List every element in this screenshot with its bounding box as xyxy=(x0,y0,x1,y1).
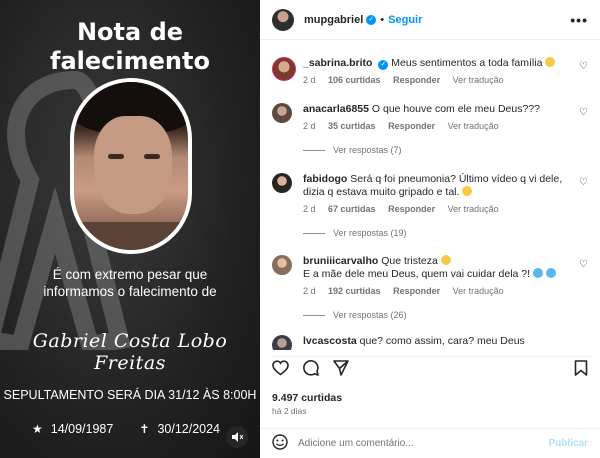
heart-icon[interactable]: ♡ xyxy=(579,259,588,270)
comment-item: anacarla6855 O que houve com ele meu Deu… xyxy=(272,103,592,155)
bookmark-icon[interactable] xyxy=(574,359,588,380)
post-title-line1: Nota de xyxy=(76,18,184,46)
heart-icon[interactable] xyxy=(272,359,289,380)
avatar[interactable] xyxy=(272,57,296,81)
reply-button[interactable]: Responder xyxy=(388,121,435,131)
comment-text: O que houve com ele meu Deus??? xyxy=(371,103,541,115)
cross-icon: ✝ xyxy=(139,422,150,436)
avatar[interactable] xyxy=(272,103,292,123)
comment-likes[interactable]: 67 curtidas xyxy=(328,204,376,214)
star-icon: ★ xyxy=(32,422,43,436)
comment-likes[interactable]: 192 curtidas xyxy=(328,286,381,296)
post-title-line2: falecimento xyxy=(50,47,210,75)
comment-time: 2 d xyxy=(303,204,316,214)
comment-time: 2 d xyxy=(303,121,316,131)
post-message-line1: É com extremo pesar que xyxy=(52,267,208,282)
comment-username[interactable]: _sabrina.brito xyxy=(303,57,372,69)
heart-icon[interactable]: ♡ xyxy=(579,177,588,188)
view-replies-button[interactable]: Ver respostas (26) xyxy=(303,310,592,320)
avatar[interactable] xyxy=(272,335,292,350)
comment-text: Meus sentimentos a toda família xyxy=(391,57,543,69)
reply-button[interactable]: Responder xyxy=(388,204,435,214)
author-username[interactable]: mupgabriel xyxy=(304,14,363,26)
post-panel: mupgabriel ✓ • Seguir ••• _sabrina.brito… xyxy=(260,0,600,458)
verified-icon: ✓ xyxy=(378,60,389,70)
death-date-text: 30/12/2024 xyxy=(157,422,220,436)
comment-text-line2: E a mãe dele meu Deus, quem vai cuidar d… xyxy=(303,268,531,280)
comment-input[interactable]: Adicione um comentário... xyxy=(298,438,414,449)
comment-time: 2 d xyxy=(303,286,316,296)
comment-username[interactable]: fabidogo xyxy=(303,173,347,185)
likes-count[interactable]: 9.497 curtidas xyxy=(272,392,342,404)
comment-composer: Adicione um comentário... Publicar xyxy=(260,428,600,458)
post-header: mupgabriel ✓ • Seguir ••• xyxy=(260,0,600,40)
comment-item: lvcascosta que? como assim, cara? meu De… xyxy=(272,335,592,350)
comment-username[interactable]: bruniiicarvalho xyxy=(303,255,378,267)
avatar[interactable] xyxy=(272,255,292,275)
comment-item: fabidogo Será q foi pneumonia? Último ví… xyxy=(272,173,592,238)
post-image[interactable]: Nota de falecimento É com extremo pesar … xyxy=(0,0,260,458)
comment-likes[interactable]: 106 curtidas xyxy=(328,75,381,85)
post-message: É com extremo pesar que informamos o fal… xyxy=(0,266,260,300)
verified-icon: ✓ xyxy=(366,14,377,25)
sad-emoji-icon xyxy=(545,57,556,67)
heart-icon[interactable]: ♡ xyxy=(579,107,588,118)
speaker-icon[interactable] xyxy=(226,426,248,448)
translate-button[interactable]: Ver tradução xyxy=(448,121,499,131)
post-message-line2: informamos o falecimento de xyxy=(43,284,217,299)
crying-emoji-icon xyxy=(532,268,543,278)
comment-username[interactable]: lvcascosta xyxy=(303,335,357,347)
smile-icon[interactable] xyxy=(272,433,288,454)
post-timestamp: há 2 dias xyxy=(272,406,307,416)
separator-dot: • xyxy=(380,13,385,26)
deceased-name: Gabriel Costa Lobo Freitas xyxy=(32,330,228,374)
sad-emoji-icon xyxy=(462,186,473,196)
post-title: Nota de falecimento xyxy=(0,18,260,76)
translate-button[interactable]: Ver tradução xyxy=(453,286,504,296)
post-actions xyxy=(272,356,592,382)
portrait-photo xyxy=(70,78,192,254)
birth-date-text: 14/09/1987 xyxy=(50,422,114,436)
share-icon[interactable] xyxy=(333,359,349,380)
comment-likes[interactable]: 35 curtidas xyxy=(328,121,376,131)
comment-text: Que tristeza xyxy=(381,255,438,267)
avatar[interactable] xyxy=(272,173,292,193)
dates-row: ★ 14/09/1987 ✝ 30/12/2024 xyxy=(32,422,220,436)
comment-item: bruniiicarvalho Que tristeza E a mãe del… xyxy=(272,255,592,320)
comment-time: 2 d xyxy=(303,75,316,85)
follow-button[interactable]: Seguir xyxy=(388,14,422,26)
comment-username[interactable]: anacarla6855 xyxy=(303,103,369,115)
avatar[interactable] xyxy=(272,8,294,31)
reply-button[interactable]: Responder xyxy=(393,286,440,296)
birth-date: ★ 14/09/1987 xyxy=(32,422,113,436)
comment-item: _sabrina.brito ✓ Meus sentimentos a toda… xyxy=(272,57,592,85)
death-date: ✝ 30/12/2024 xyxy=(139,422,220,436)
view-replies-button[interactable]: Ver respostas (19) xyxy=(303,228,592,238)
comments-list[interactable]: _sabrina.brito ✓ Meus sentimentos a toda… xyxy=(260,41,600,350)
crying-emoji-icon xyxy=(545,268,556,278)
comment-text: que? como assim, cara? meu Deus xyxy=(359,335,525,347)
translate-button[interactable]: Ver tradução xyxy=(453,75,504,85)
burial-info: SEPULTAMENTO SERÁ DIA 31/12 ÀS 8:00H xyxy=(3,388,257,402)
heart-icon[interactable]: ♡ xyxy=(579,61,588,72)
reply-button[interactable]: Responder xyxy=(393,75,440,85)
translate-button[interactable]: Ver tradução xyxy=(448,204,499,214)
publish-button[interactable]: Publicar xyxy=(549,438,588,449)
sad-emoji-icon xyxy=(440,255,451,265)
comment-icon[interactable] xyxy=(303,359,319,380)
view-replies-button[interactable]: Ver respostas (7) xyxy=(303,145,592,155)
more-options-icon[interactable]: ••• xyxy=(570,12,588,28)
